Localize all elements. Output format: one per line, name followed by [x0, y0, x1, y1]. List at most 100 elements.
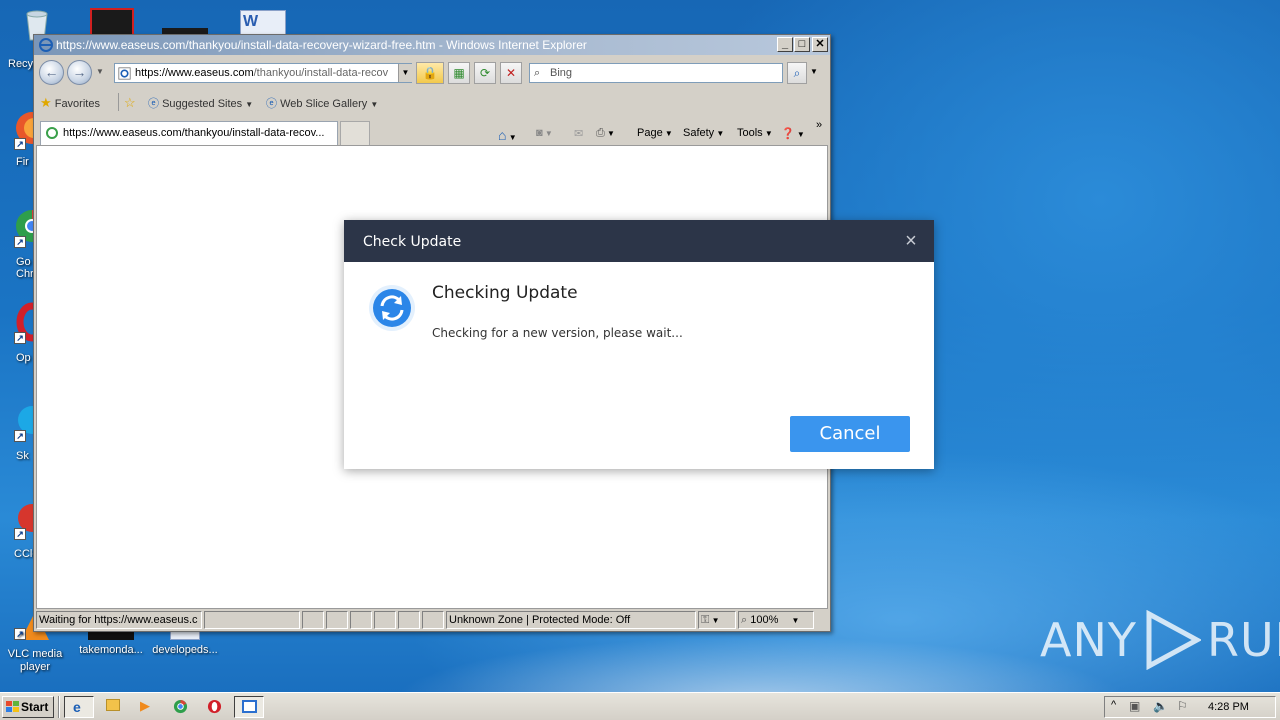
start-button[interactable]: Start [2, 696, 54, 718]
address-bar[interactable]: https://www.easeus.com/thankyou/install-… [114, 63, 412, 83]
shortcut-arrow-icon: ↗ [14, 430, 26, 442]
maximize-button[interactable]: □ [794, 37, 810, 52]
taskbar-explorer-button[interactable] [98, 696, 128, 718]
compatibility-view-button[interactable]: ▦ [448, 62, 470, 84]
recent-pages-dropdown[interactable]: ▼ [96, 67, 104, 76]
favorites-button[interactable]: ★ Favorites [40, 95, 100, 111]
zoom-level: 100% [750, 614, 779, 626]
network-icon[interactable]: ▣ [1129, 699, 1140, 713]
taskbar-app-button[interactable] [234, 696, 264, 718]
dialog-close-button[interactable]: × [902, 231, 920, 251]
taskbar: Start e ▶ ^ ▣ 🔈 ⚐ 4:28 PM [0, 692, 1280, 720]
dialog-header-title: Check Update [363, 234, 462, 250]
favorites-star-icon: ★ [40, 95, 52, 110]
taskbar-opera-button[interactable] [200, 696, 230, 718]
zoom-icon: ⌕ [741, 614, 748, 626]
taskbar-ie-button[interactable]: e [64, 696, 94, 718]
progress-cell [204, 611, 300, 629]
suggested-sites-link[interactable]: ⓔ Suggested Sites ▼ [148, 95, 253, 111]
anyrun-watermark: ANY RUN [1040, 608, 1280, 672]
window-app-icon [242, 700, 257, 713]
search-button[interactable]: ⌕ [787, 62, 807, 84]
ie-page-icon [118, 67, 131, 80]
bing-icon: ⌕ [534, 67, 541, 79]
protected-mode-button[interactable]: ⚿ ▼ [698, 611, 736, 629]
suggested-sites-label: Suggested Sites [162, 98, 243, 110]
close-window-button[interactable]: ✕ [812, 37, 828, 52]
word-shortcut-icon[interactable]: W [240, 10, 286, 36]
status-cell-empty [350, 611, 372, 629]
tab-easeus[interactable]: https://www.easeus.com/thankyou/install-… [40, 121, 338, 145]
compatibility-icon: ▦ [453, 66, 465, 80]
security-zone[interactable]: Unknown Zone | Protected Mode: Off [446, 611, 696, 629]
opera-label: Op [16, 352, 31, 364]
takemonda-label: takemonda... [79, 644, 143, 656]
taskbar-chrome-button[interactable] [166, 696, 196, 718]
volume-icon[interactable]: 🔈 [1153, 699, 1168, 713]
shortcut-arrow-icon: ↗ [14, 528, 26, 540]
watermark-right: RUN [1206, 613, 1280, 667]
home-button[interactable]: ⌂ ▼ [498, 127, 517, 143]
search-placeholder: Bing [550, 67, 573, 79]
back-button[interactable]: ← [39, 60, 64, 85]
feeds-button[interactable]: ◙ ▼ [536, 127, 553, 139]
ie-navbar: ← → ▼ https://www.easeus.com/thankyou/in… [34, 55, 830, 87]
show-hidden-icons-button[interactable]: ^ [1111, 699, 1116, 711]
action-center-flag-icon[interactable]: ⚐ [1177, 699, 1188, 713]
safety-menu[interactable]: Safety ▼ [683, 127, 724, 139]
dialog-header[interactable]: Check Update [344, 220, 934, 262]
divider [58, 696, 60, 718]
ie-page-icon: ⓔ [148, 98, 159, 110]
loading-icon [46, 127, 58, 139]
windows-logo-icon [6, 701, 19, 712]
stop-icon: ✕ [505, 66, 517, 80]
taskbar-media-player-button[interactable]: ▶ [132, 696, 162, 718]
ie-icon: e [73, 699, 81, 715]
clock[interactable]: 4:28 PM [1208, 701, 1249, 713]
ie-titlebar[interactable]: https://www.easeus.com/thankyou/install-… [34, 35, 830, 55]
tab-bar: https://www.easeus.com/thankyou/install-… [34, 115, 830, 145]
address-rest: /thankyou/install-data-recov [253, 67, 389, 79]
play-triangle-icon [1146, 610, 1201, 670]
status-cell-empty [326, 611, 348, 629]
search-input[interactable]: ⌕ Bing [529, 63, 783, 83]
web-slice-gallery-link[interactable]: ⓔ Web Slice Gallery ▼ [266, 95, 378, 111]
forward-button[interactable]: → [67, 60, 92, 85]
stop-button[interactable]: ✕ [500, 62, 522, 84]
forward-arrow-icon: → [72, 64, 87, 80]
lock-icon: 🔒 [422, 66, 438, 80]
cancel-button[interactable]: Cancel [790, 416, 910, 452]
add-favorites-icon: ☆ [124, 95, 136, 110]
zoom-button[interactable]: ⌕ 100% ▼ [738, 611, 814, 629]
search-options-dropdown[interactable]: ▼ [810, 67, 818, 76]
tab-title: https://www.easeus.com/thankyou/install-… [63, 127, 325, 139]
mail-button[interactable]: ✉ [574, 127, 583, 140]
status-cell-empty [422, 611, 444, 629]
minimize-button[interactable]: _ [777, 37, 793, 52]
page-menu[interactable]: Page ▼ [637, 127, 673, 139]
chevron-down-icon: ▼ [245, 100, 254, 109]
tools-menu[interactable]: Tools ▼ [737, 127, 773, 139]
refresh-button[interactable]: ⟳ [474, 62, 496, 84]
divider [118, 93, 119, 111]
media-player-icon: ▶ [140, 698, 150, 713]
add-to-favorites-button[interactable]: ☆ [124, 95, 136, 111]
web-slice-gallery-label: Web Slice Gallery [280, 98, 368, 110]
more-commands-button[interactable]: » [816, 119, 822, 131]
security-lock-button[interactable]: 🔒 [416, 62, 444, 84]
help-menu[interactable]: ❓ ▼ [781, 127, 805, 140]
print-button[interactable]: ⎙ ▼ [596, 127, 615, 140]
acrobat-shortcut-icon[interactable] [90, 8, 134, 36]
opera-icon [207, 699, 222, 714]
status-text: Waiting for https://www.easeus.c [36, 611, 202, 629]
new-tab-button[interactable] [340, 121, 370, 145]
address-dropdown[interactable]: ▼ [398, 64, 412, 82]
system-tray: ^ ▣ 🔈 ⚐ [1104, 696, 1276, 718]
print-icon: ⎙ [596, 127, 605, 139]
check-update-dialog: Check Update × Checking Update Checking … [344, 220, 934, 469]
tools-menu-label: Tools [737, 127, 763, 139]
start-label: Start [21, 700, 49, 714]
skype-label: Sk [16, 450, 29, 462]
mail-icon: ✉ [574, 128, 584, 140]
status-cell-empty [302, 611, 324, 629]
